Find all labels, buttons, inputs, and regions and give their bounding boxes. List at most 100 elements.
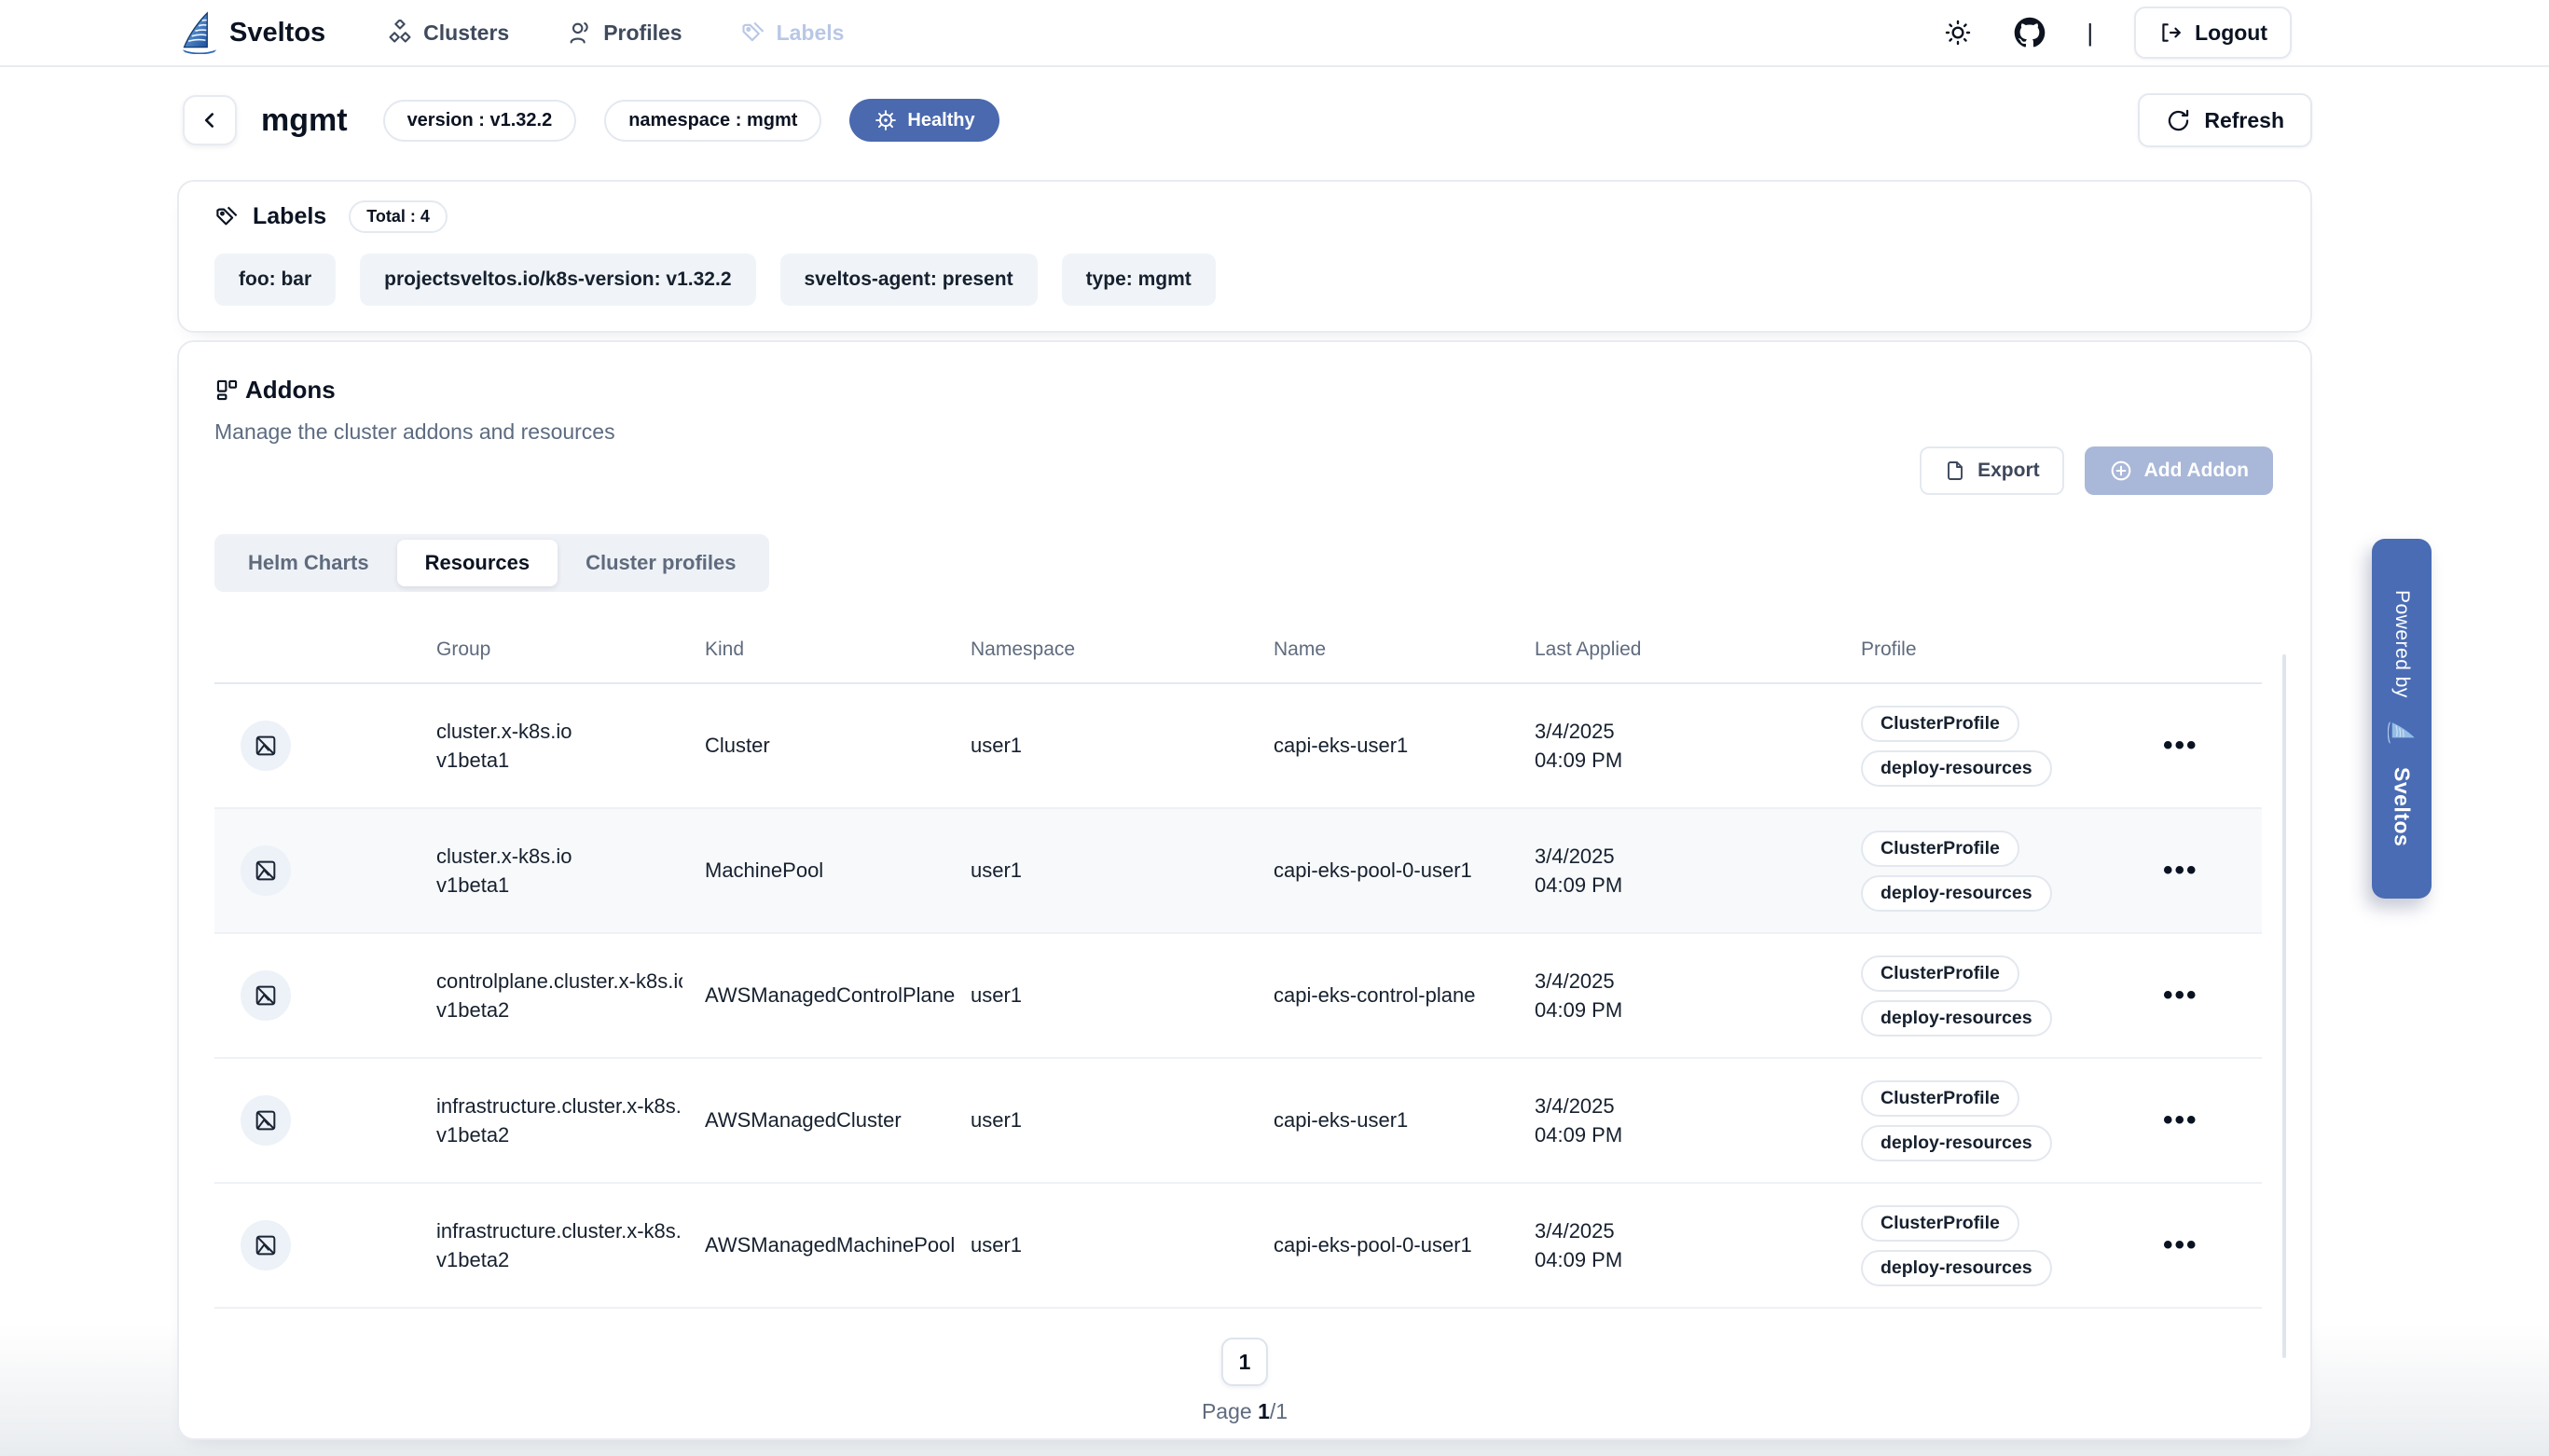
row-menu-button[interactable]: ••• bbox=[2163, 861, 2198, 880]
table-column-header[interactable]: Kind bbox=[705, 639, 971, 661]
resource-avatar bbox=[241, 721, 291, 771]
resource-kind: AWSManagedCluster bbox=[705, 1108, 971, 1133]
label-chip[interactable]: foo: bar bbox=[214, 254, 336, 306]
resource-avatar bbox=[241, 845, 291, 896]
logout-icon bbox=[2158, 21, 2183, 45]
table-row[interactable]: infrastructure.cluster.x-k8s.io v1beta2 … bbox=[214, 1059, 2262, 1184]
last-applied-time: 04:09 PM bbox=[1535, 1120, 1839, 1149]
resource-namespace: user1 bbox=[971, 858, 1274, 883]
export-label: Export bbox=[1977, 460, 2040, 482]
nav-item-labels[interactable]: Labels bbox=[740, 20, 845, 46]
resource-name: capi-eks-pool-0-user1 bbox=[1274, 1233, 1535, 1257]
sveltos-logo-icon bbox=[179, 11, 220, 54]
page-indicator: Page 1/1 bbox=[1202, 1399, 1288, 1424]
label-chip[interactable]: projectsveltos.io/k8s-version: v1.32.2 bbox=[360, 254, 755, 306]
profile-badge[interactable]: ClusterProfile bbox=[1861, 706, 2019, 742]
profile-badge[interactable]: ClusterProfile bbox=[1861, 1080, 2019, 1117]
last-applied-time: 04:09 PM bbox=[1535, 996, 1839, 1024]
label-chip[interactable]: sveltos-agent: present bbox=[780, 254, 1038, 306]
row-menu-button[interactable]: ••• bbox=[2163, 736, 2198, 755]
theme-toggle-sun-icon[interactable] bbox=[1943, 18, 1973, 48]
resource-avatar bbox=[241, 1220, 291, 1271]
image-off-icon bbox=[253, 1107, 279, 1133]
resource-version: v1beta2 bbox=[436, 1120, 682, 1149]
health-status-badge: Healthy bbox=[849, 99, 999, 142]
logout-button[interactable]: Logout bbox=[2134, 7, 2292, 59]
refresh-button[interactable]: Refresh bbox=[2138, 93, 2312, 147]
profile-badges: ClusterProfile deploy-resources bbox=[1861, 1080, 2141, 1161]
profiles-user-icon bbox=[567, 20, 593, 46]
page-1-button[interactable]: 1 bbox=[1221, 1338, 1268, 1386]
profile-badge[interactable]: deploy-resources bbox=[1861, 1250, 2052, 1286]
profile-badges: ClusterProfile deploy-resources bbox=[1861, 706, 2141, 787]
nav-items: Clusters Profiles Labels bbox=[387, 20, 844, 46]
github-icon[interactable] bbox=[2014, 17, 2046, 48]
table-column-header[interactable]: Group bbox=[436, 639, 705, 661]
nav-item-label: Profiles bbox=[603, 21, 682, 46]
resource-namespace: user1 bbox=[971, 734, 1274, 758]
version-badge: version : v1.32.2 bbox=[383, 100, 577, 142]
resource-avatar bbox=[241, 970, 291, 1021]
addons-subtitle: Manage the cluster addons and resources bbox=[214, 419, 615, 445]
nav-item-profiles[interactable]: Profiles bbox=[567, 20, 682, 46]
profile-badge[interactable]: deploy-resources bbox=[1861, 1125, 2052, 1161]
table-row[interactable]: controlplane.cluster.x-k8s.io v1beta2 AW… bbox=[214, 934, 2262, 1059]
tab-resources[interactable]: Resources bbox=[397, 540, 558, 586]
nav-divider: | bbox=[2087, 19, 2093, 48]
profile-badge[interactable]: ClusterProfile bbox=[1861, 955, 2019, 992]
row-menu-button[interactable]: ••• bbox=[2163, 1111, 2198, 1130]
nav-right: | Logout bbox=[1943, 7, 2292, 59]
resource-name: capi-eks-user1 bbox=[1274, 1108, 1535, 1133]
row-menu-button[interactable]: ••• bbox=[2163, 1236, 2198, 1255]
table-row[interactable]: cluster.x-k8s.io v1beta1 MachinePool use… bbox=[214, 809, 2262, 934]
table-scrollbar[interactable] bbox=[2282, 654, 2286, 1358]
profile-badge[interactable]: deploy-resources bbox=[1861, 1000, 2052, 1037]
image-off-icon bbox=[253, 733, 279, 759]
resource-group: cluster.x-k8s.io bbox=[436, 842, 682, 871]
back-button[interactable] bbox=[183, 95, 237, 145]
profile-badge[interactable]: ClusterProfile bbox=[1861, 831, 2019, 867]
table-header-row: Group Kind Namespace Name Last Applied P… bbox=[214, 617, 2262, 684]
powered-by-text: Powered by bbox=[2391, 590, 2413, 698]
table-row[interactable]: infrastructure.cluster.x-k8s.io v1beta2 … bbox=[214, 1184, 2262, 1309]
tab-cluster-profiles[interactable]: Cluster profiles bbox=[558, 540, 764, 586]
last-applied-time: 04:09 PM bbox=[1535, 871, 1839, 900]
table-column-header[interactable]: Namespace bbox=[971, 639, 1274, 661]
profile-badges: ClusterProfile deploy-resources bbox=[1861, 1205, 2141, 1286]
resource-version: v1beta2 bbox=[436, 1245, 682, 1274]
powered-by-sveltos-ribbon[interactable]: Powered by Sveltos bbox=[2372, 539, 2432, 899]
resource-group: cluster.x-k8s.io bbox=[436, 717, 682, 746]
label-chip[interactable]: type: mgmt bbox=[1062, 254, 1216, 306]
tab-helm-charts[interactable]: Helm Charts bbox=[220, 540, 397, 586]
health-label: Healthy bbox=[907, 110, 974, 131]
table-column-header[interactable]: Profile bbox=[1861, 639, 2141, 661]
last-applied-time: 04:09 PM bbox=[1535, 1245, 1839, 1274]
resource-kind: Cluster bbox=[705, 734, 971, 758]
kubernetes-helm-icon bbox=[874, 108, 898, 132]
profile-badge[interactable]: deploy-resources bbox=[1861, 750, 2052, 787]
profile-badge[interactable]: deploy-resources bbox=[1861, 875, 2052, 912]
addons-title: Addons bbox=[245, 376, 336, 405]
brand[interactable]: Sveltos bbox=[179, 11, 325, 54]
resource-namespace: user1 bbox=[971, 1233, 1274, 1257]
profile-badge[interactable]: ClusterProfile bbox=[1861, 1205, 2019, 1242]
row-menu-button[interactable]: ••• bbox=[2163, 986, 2198, 1005]
clusters-boxes-icon bbox=[387, 20, 413, 46]
table-column-header[interactable]: Last Applied bbox=[1535, 639, 1861, 661]
resource-avatar bbox=[241, 1095, 291, 1146]
table-column-header[interactable]: Name bbox=[1274, 639, 1535, 661]
last-applied-date: 3/4/2025 bbox=[1535, 717, 1839, 746]
logout-label: Logout bbox=[2195, 21, 2267, 46]
tag-icon bbox=[214, 204, 240, 229]
chevron-left-icon bbox=[198, 108, 222, 132]
last-applied-date: 3/4/2025 bbox=[1535, 1216, 1839, 1245]
resource-version: v1beta2 bbox=[436, 996, 682, 1024]
export-button[interactable]: Export bbox=[1920, 446, 2064, 495]
nav-item-clusters[interactable]: Clusters bbox=[387, 20, 509, 46]
table-row[interactable]: cluster.x-k8s.io v1beta1 Cluster user1 c… bbox=[214, 684, 2262, 809]
ribbon-brand-text: Sveltos bbox=[2390, 767, 2415, 846]
resource-kind: AWSManagedMachinePool bbox=[705, 1233, 971, 1257]
add-addon-button[interactable]: Add Addon bbox=[2085, 446, 2273, 495]
add-addon-label: Add Addon bbox=[2144, 460, 2249, 482]
resource-group: infrastructure.cluster.x-k8s.io bbox=[436, 1216, 682, 1245]
